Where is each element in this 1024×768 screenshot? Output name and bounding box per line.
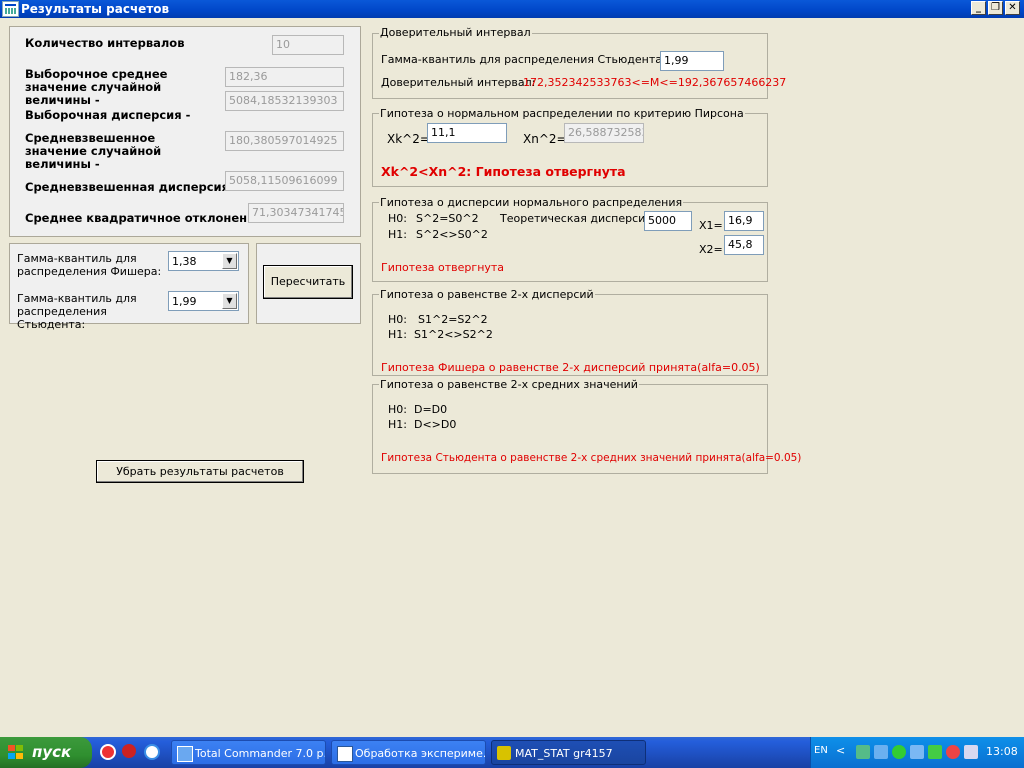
mat-stat-app-icon	[497, 746, 511, 760]
stddev-label: Среднее квадратичное отклонение -	[25, 211, 272, 225]
task-mat-stat[interactable]: MAT_STAT gr4157	[491, 740, 646, 765]
twovar-result: Гипотеза Фишера о равенстве 2-х дисперси…	[381, 361, 760, 374]
window-title: Результаты расчетов	[21, 2, 170, 16]
twomean-h0-label: H0:	[388, 403, 407, 416]
stddev-field[interactable]: 71,3034734174502	[248, 203, 344, 223]
quicklaunch-opera-icon[interactable]	[100, 744, 116, 760]
mean-label: Выборочное среднее значение случайной ве…	[25, 67, 168, 107]
mean-field[interactable]: 182,36	[225, 67, 344, 87]
word-document-icon	[337, 746, 353, 762]
confidence-quantile-label: Гамма-квантиль для распределения Стьюден…	[381, 53, 666, 66]
student-quantile-label: Гамма-квантиль для распределения Стьюден…	[17, 292, 137, 331]
task-label: Обработка эксперимe...	[355, 747, 486, 760]
tray-security-icon[interactable]	[946, 745, 960, 759]
twomean-h1-label: H1:	[388, 418, 407, 431]
confidence-interval-label: Доверительный интервал:	[381, 76, 536, 89]
xk-field[interactable]: 11,1	[427, 123, 507, 143]
confidence-interval-value: 172,352342533763<=M<=192,367657466237	[523, 76, 787, 89]
fisher-quantile-value: 1,38	[172, 255, 197, 268]
normvar-h0-text: S^2=S0^2	[416, 212, 479, 225]
weighted-mean-label: Средневзвешенное значение случайной вели…	[25, 131, 162, 171]
clock: 13:08	[986, 745, 1018, 758]
weighted-variance-field[interactable]: 5058,11509616099	[225, 171, 344, 191]
xn-field[interactable]: 26,5887325836	[564, 123, 644, 143]
normvar-result: Гипотеза отвергнута	[381, 261, 505, 274]
tray-display-icon[interactable]	[910, 745, 924, 759]
xk-label: Xk^2=	[387, 132, 430, 146]
intervals-field[interactable]: 10	[272, 35, 344, 55]
confidence-title: Доверительный интервал	[379, 26, 532, 39]
pearson-result: Xk^2<Xn^2: Гипотеза отвергнута	[381, 164, 626, 179]
pearson-title: Гипотеза о нормальном распределении по к…	[379, 107, 745, 120]
chevron-down-icon[interactable]: ▼	[222, 293, 237, 309]
tray-volume-icon[interactable]	[964, 745, 978, 759]
windows-logo-icon	[8, 745, 24, 760]
twomean-h0-text: D=D0	[414, 403, 448, 416]
minimize-button[interactable]: _	[971, 1, 986, 15]
remove-results-button[interactable]: Убрать результаты расчетов	[96, 460, 304, 483]
student-quantile-select[interactable]: 1,99 ▼	[168, 291, 239, 311]
x1-field[interactable]: 16,9	[724, 211, 764, 231]
xn-label: Xn^2=	[523, 132, 567, 146]
task-total-commander[interactable]: Total Commander 7.0 p...	[171, 740, 326, 765]
normal-variance-title: Гипотеза о дисперсии нормального распред…	[379, 196, 684, 209]
theoretical-variance-field[interactable]: 5000	[644, 211, 692, 231]
tray-settings-icon[interactable]	[928, 745, 942, 759]
start-label: пуск	[32, 743, 72, 761]
start-button[interactable]: пуск	[0, 737, 92, 768]
app-icon[interactable]	[2, 1, 19, 17]
two-means-title: Гипотеза о равенстве 2-х средних значени…	[379, 378, 639, 391]
tray-utorrent-icon[interactable]	[892, 745, 906, 759]
close-button[interactable]: ✕	[1005, 1, 1020, 15]
variance-field[interactable]: 5084,18532139303	[225, 91, 344, 111]
student-quantile-value: 1,99	[172, 295, 197, 308]
weighted-variance-label: Средневзвешенная дисперсия -	[25, 180, 238, 194]
normvar-h1-label: H1:	[388, 228, 407, 241]
two-variances-title: Гипотеза о равенстве 2-х дисперсий	[379, 288, 595, 301]
language-indicator[interactable]: EN	[814, 745, 828, 756]
quicklaunch-ie-icon[interactable]	[144, 744, 160, 760]
twovar-h1-label: H1:	[388, 328, 407, 341]
tray-expand-icon[interactable]: <	[836, 744, 845, 757]
twomean-h1-text: D<>D0	[414, 418, 457, 431]
twomean-result: Гипотеза Стьюдента о равенстве 2-х средн…	[381, 452, 802, 464]
twovar-h1-text: S1^2<>S2^2	[414, 328, 493, 341]
tray-monitor-icon[interactable]	[874, 745, 888, 759]
task-label: Total Commander 7.0 p...	[195, 747, 326, 760]
restore-button[interactable]: ❐	[988, 1, 1003, 15]
normvar-h0-label: H0:	[388, 212, 407, 225]
twovar-h0-label: H0:	[388, 313, 407, 326]
quicklaunch-app-icon[interactable]	[122, 744, 136, 758]
tray-network-icon[interactable]	[856, 745, 870, 759]
x1-label: X1=	[699, 219, 723, 232]
task-label: MAT_STAT gr4157	[515, 747, 613, 760]
twovar-h0-text: S1^2=S2^2	[418, 313, 488, 326]
chevron-down-icon[interactable]: ▼	[222, 253, 237, 269]
weighted-mean-field[interactable]: 180,380597014925	[225, 131, 344, 151]
x2-label: X2=	[699, 243, 723, 256]
normvar-h1-text: S^2<>S0^2	[416, 228, 488, 241]
x2-field[interactable]: 45,8	[724, 235, 764, 255]
task-word-document[interactable]: Обработка эксперимe...	[331, 740, 486, 765]
recalculate-button[interactable]: Пересчитать	[263, 265, 353, 299]
fisher-quantile-label: Гамма-квантиль для распределения Фишера:	[17, 252, 162, 278]
theoretical-variance-label: Теоретическая дисперсия-	[500, 212, 656, 225]
confidence-quantile-field[interactable]: 1,99	[660, 51, 724, 71]
total-commander-icon	[177, 746, 193, 762]
fisher-quantile-select[interactable]: 1,38 ▼	[168, 251, 239, 271]
variance-label: Выборочная дисперсия -	[25, 108, 191, 122]
intervals-label: Количество интервалов	[25, 36, 185, 50]
